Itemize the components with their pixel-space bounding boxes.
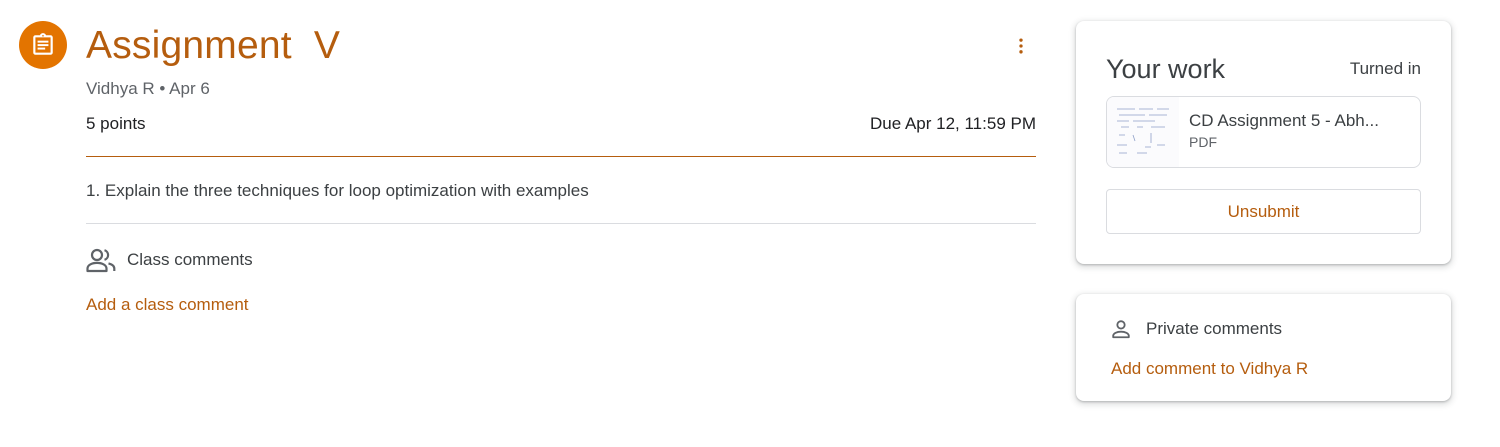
instructions-text: 1. Explain the three techniques for loop… — [86, 181, 589, 200]
your-work-title: Your work — [1106, 54, 1226, 84]
more-options-button[interactable] — [1005, 30, 1037, 62]
add-private-comment-link[interactable]: Add comment to Vidhya R — [1111, 359, 1308, 379]
assignment-page: Assignment V Vidhya R • Apr 6 5 points D… — [0, 0, 1500, 447]
attachment-type: PDF — [1189, 134, 1217, 150]
author-name: Vidhya R — [86, 79, 155, 98]
assignment-clipboard-icon — [19, 21, 67, 69]
unsubmit-button[interactable]: Unsubmit — [1106, 189, 1421, 234]
people-icon — [86, 248, 116, 273]
attachment-thumbnail — [1107, 97, 1179, 167]
private-comments-card: Private comments Add comment to Vidhya R — [1076, 294, 1451, 401]
meta-separator: • — [159, 79, 166, 98]
add-class-comment-link[interactable]: Add a class comment — [86, 295, 249, 315]
instructions-divider — [86, 223, 1036, 224]
your-work-card: Your work Turned in CD Assignment 5 - Ab… — [1076, 21, 1451, 264]
class-comments-label: Class comments — [127, 250, 253, 269]
posted-date: Apr 6 — [169, 79, 210, 98]
private-comments-label: Private comments — [1146, 319, 1283, 338]
assignment-title: Assignment V — [86, 24, 341, 67]
more-vert-icon — [1019, 38, 1023, 54]
attachment-name: CD Assignment 5 - Abh... — [1189, 111, 1379, 130]
header-divider — [86, 156, 1036, 157]
due-date: Due Apr 12, 11:59 PM — [869, 114, 1036, 133]
assignment-meta: Vidhya R • Apr 6 — [86, 79, 210, 99]
attachment-item[interactable]: CD Assignment 5 - Abh... PDF — [1106, 96, 1421, 168]
turned-in-status: Turned in — [1349, 59, 1421, 78]
person-icon — [1112, 320, 1130, 339]
points-label: 5 points — [86, 114, 146, 133]
